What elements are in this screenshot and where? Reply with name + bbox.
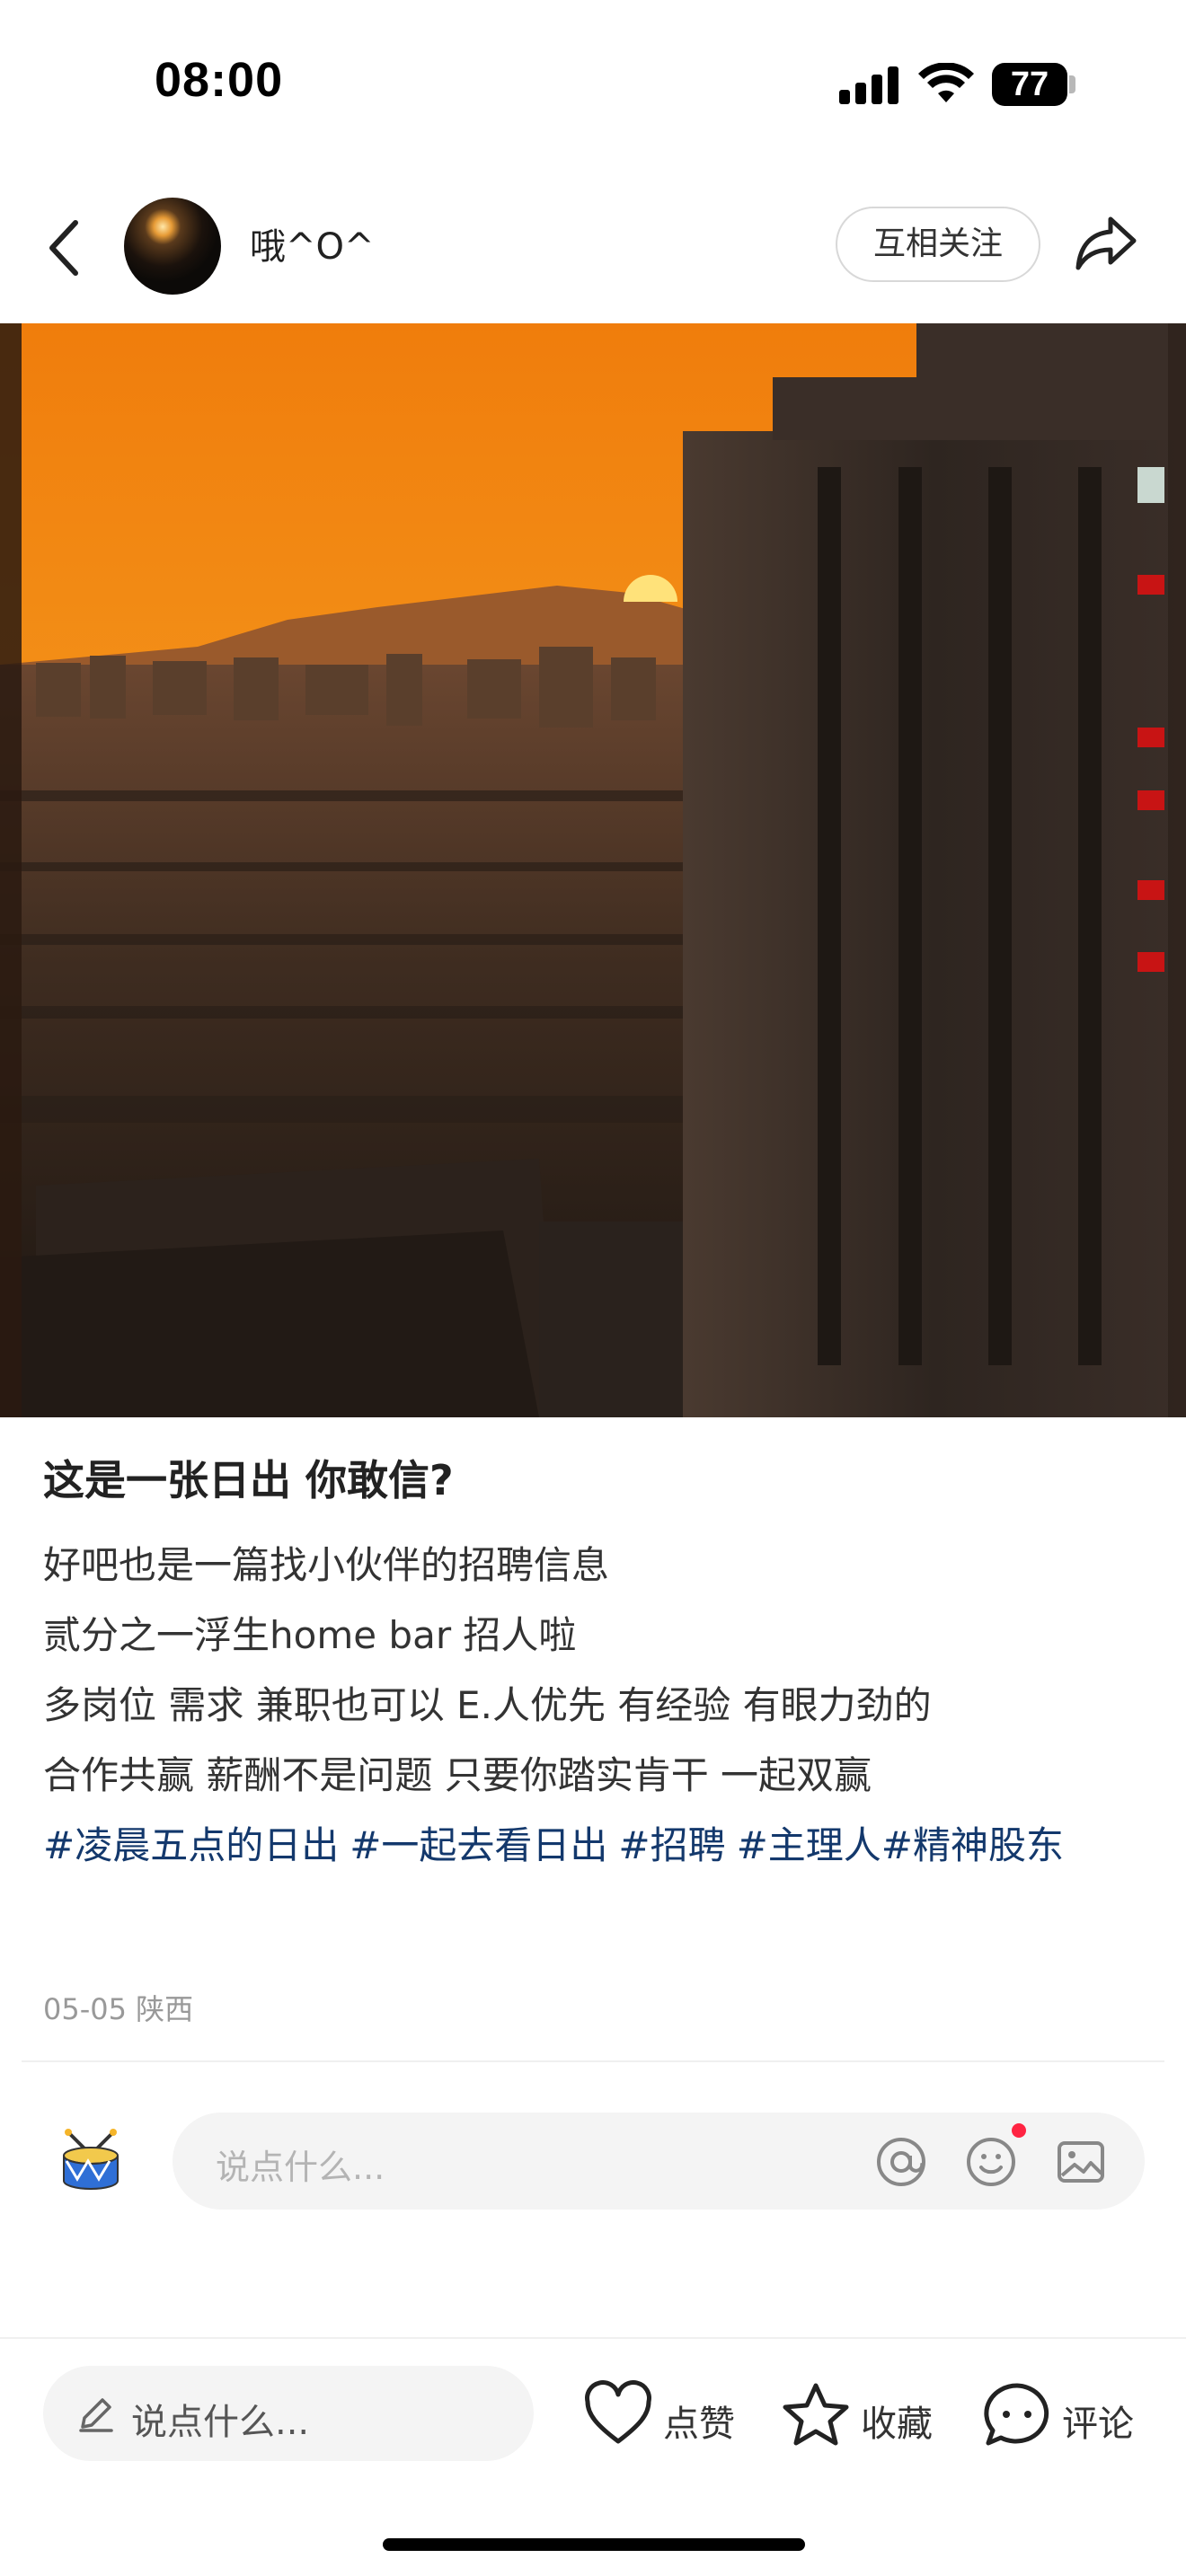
post-line: 合作共赢 薪酬不是问题 只要你踏实肯干 一起双赢 bbox=[43, 1753, 872, 1797]
share-icon[interactable] bbox=[1075, 214, 1137, 273]
comment-placeholder: 说点什么... bbox=[216, 2148, 385, 2187]
collect-label: 收藏 bbox=[861, 2404, 933, 2445]
like-button[interactable]: 点赞 bbox=[582, 2375, 744, 2454]
hashtag[interactable]: #主理人#精神股东 bbox=[737, 1823, 1064, 1867]
post-header: 哦^O^ 互相关注 bbox=[0, 180, 1186, 314]
drum-icon[interactable] bbox=[59, 2129, 122, 2192]
post-body: 好吧也是一篇找小伙伴的招聘信息 贰分之一浮生home bar 招人啦 多岗位 需… bbox=[43, 1531, 1148, 1881]
post-date: 05-05 bbox=[43, 1992, 127, 2026]
comment-button[interactable]: 评论 bbox=[981, 2375, 1143, 2454]
post-line: 好吧也是一篇找小伙伴的招聘信息 bbox=[43, 1543, 610, 1587]
emoji-icon[interactable] bbox=[965, 2136, 1017, 2188]
follow-button[interactable]: 互相关注 bbox=[836, 207, 1040, 282]
battery-cap bbox=[1069, 75, 1075, 93]
status-bar: 08:00 77 bbox=[0, 0, 1186, 171]
wifi-icon bbox=[918, 63, 974, 102]
star-icon bbox=[783, 2383, 849, 2446]
bottom-comment-input[interactable]: 说点什么... bbox=[43, 2366, 534, 2461]
back-arrow-icon[interactable] bbox=[40, 212, 93, 284]
like-label: 点赞 bbox=[663, 2404, 735, 2445]
post-detail-page: 08:00 77 哦^O^ 互相关注 这是一张日出 你敢信? 好吧也是一篇找小伙… bbox=[0, 0, 1186, 2576]
divider bbox=[22, 2060, 1164, 2062]
comment-label: 评论 bbox=[1062, 2404, 1134, 2445]
hashtag[interactable]: #招聘 bbox=[618, 1823, 725, 1867]
avatar[interactable] bbox=[124, 198, 221, 295]
at-icon[interactable] bbox=[875, 2136, 927, 2188]
post-title: 这是一张日出 你敢信? bbox=[43, 1456, 454, 1504]
comment-bubble-icon bbox=[984, 2383, 1049, 2446]
divider bbox=[0, 2337, 1186, 2339]
signal-icon bbox=[839, 66, 898, 104]
pencil-icon bbox=[79, 2398, 113, 2432]
hashtag-list: #凌晨五点的日出 #一起去看日出 #招聘 #主理人#精神股东 bbox=[43, 1811, 1148, 1881]
post-location: 陕西 bbox=[136, 1992, 194, 2026]
hashtag[interactable]: #一起去看日出 bbox=[350, 1823, 607, 1867]
post-meta: 05-05 陕西 bbox=[43, 1987, 193, 2028]
collect-button[interactable]: 收藏 bbox=[780, 2375, 942, 2454]
hashtag[interactable]: #凌晨五点的日出 bbox=[43, 1823, 339, 1867]
heart-icon bbox=[585, 2380, 651, 2444]
notification-dot bbox=[1012, 2123, 1026, 2138]
post-line: 多岗位 需求 兼职也可以 E.人优先 有经验 有眼力劲的 bbox=[43, 1683, 932, 1727]
image-icon[interactable] bbox=[1055, 2136, 1107, 2188]
comment-input[interactable]: 说点什么... bbox=[173, 2113, 1145, 2210]
bottom-input-label: 说点什么... bbox=[131, 2402, 310, 2443]
battery-icon: 77 bbox=[992, 63, 1067, 106]
status-time: 08:00 bbox=[155, 53, 284, 107]
username[interactable]: 哦^O^ bbox=[250, 217, 375, 269]
post-image[interactable] bbox=[0, 323, 1186, 1417]
home-indicator[interactable] bbox=[383, 2538, 805, 2551]
post-line: 贰分之一浮生home bar 招人啦 bbox=[43, 1613, 577, 1657]
